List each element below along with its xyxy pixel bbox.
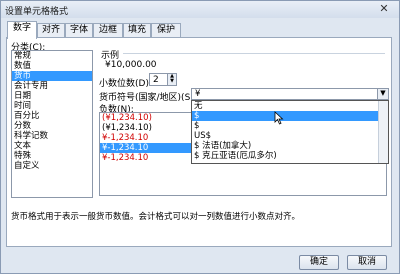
sample-divider (123, 53, 385, 54)
tab-fill[interactable]: 填充 (123, 23, 151, 37)
currency-option[interactable]: $ (192, 121, 388, 131)
category-item[interactable]: 百分比 (12, 111, 92, 121)
tab-font[interactable]: 字体 (65, 23, 93, 37)
currency-option[interactable]: US$ (192, 131, 388, 141)
category-item[interactable]: 分数 (12, 121, 92, 131)
close-icon[interactable]: ✕ (375, 3, 393, 16)
dropdown-scrollbar[interactable] (378, 101, 388, 163)
currency-option[interactable]: 无 (192, 101, 388, 111)
category-item[interactable]: 常规 (12, 51, 92, 61)
currency-dropdown-list[interactable]: 无 $ $ US$ $ 法语(加拿大) $ 克丘亚语(厄瓜多尔) (191, 100, 389, 164)
currency-option[interactable]: $ 克丘亚语(厄瓜多尔) (192, 151, 388, 161)
currency-symbol-value: ¥ (195, 89, 201, 99)
decimal-places-label: 小数位数(D): (99, 79, 152, 89)
currency-symbol-combo[interactable]: ¥ ▼ (191, 88, 389, 100)
mouse-cursor-icon (274, 111, 284, 125)
category-item[interactable]: 日期 (12, 91, 92, 101)
chevron-down-icon[interactable]: ▼ (377, 89, 388, 99)
tab-border[interactable]: 边框 (93, 23, 123, 37)
category-item[interactable]: 文本 (12, 141, 92, 151)
title-bar: 设置单元格格式 ✕ (1, 1, 399, 18)
category-item[interactable]: 时间 (12, 101, 92, 111)
tab-number[interactable]: 数字 (7, 21, 37, 39)
category-item[interactable]: 会计专用 (12, 81, 92, 91)
category-list[interactable]: 常规 数值 货币 会计专用 日期 时间 百分比 分数 科学记数 文本 特殊 自定… (11, 50, 93, 198)
category-item[interactable]: 自定义 (12, 161, 92, 171)
tab-protection[interactable]: 保护 (151, 23, 181, 37)
format-description: 货币格式用于表示一般货币数值。会计格式可以对一列数值进行小数点对齐。 (11, 212, 301, 222)
category-item-selected[interactable]: 货币 (12, 71, 92, 81)
category-item[interactable]: 科学记数 (12, 131, 92, 141)
cancel-button[interactable]: 取消 (347, 255, 387, 270)
sample-value: ¥10,000.00 (105, 60, 157, 70)
tab-alignment[interactable]: 对齐 (37, 23, 65, 37)
currency-option[interactable]: $ 法语(加拿大) (192, 141, 388, 151)
category-item[interactable]: 数值 (12, 61, 92, 71)
dialog-title: 设置单元格格式 (5, 7, 69, 17)
decimal-places-value[interactable]: 2 (153, 75, 159, 85)
ok-button[interactable]: 确定 (299, 255, 339, 270)
decimal-places-stepper[interactable]: 2 ▲ ▼ (149, 73, 177, 86)
spin-arrows-icon[interactable]: ▲ ▼ (167, 74, 176, 85)
format-cells-dialog: 设置单元格格式 ✕ 数字 对齐 字体 边框 填充 保护 分类(C): 常规 数值… (0, 0, 400, 274)
currency-option-selected[interactable]: $ (192, 111, 388, 121)
number-panel: 分类(C): 常规 数值 货币 会计专用 日期 时间 百分比 分数 科学记数 文… (6, 37, 392, 247)
category-item[interactable]: 特殊 (12, 151, 92, 161)
